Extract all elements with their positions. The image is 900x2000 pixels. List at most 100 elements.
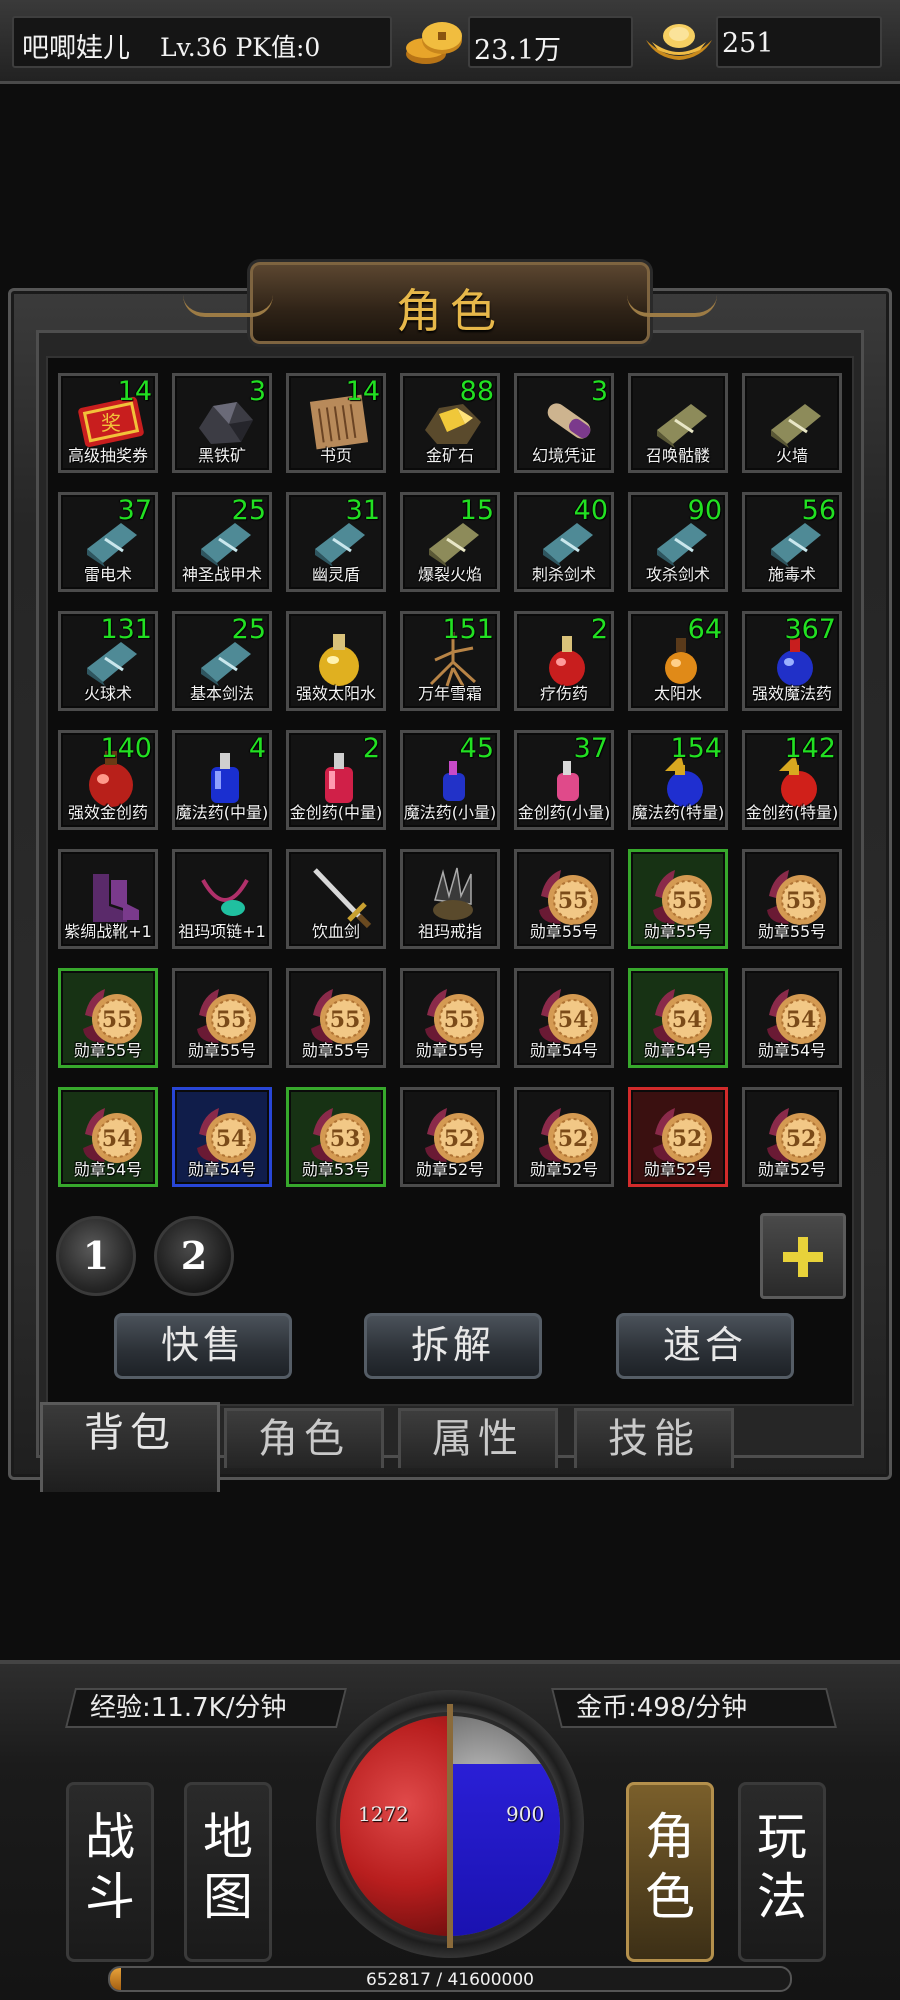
page-1-button[interactable]: 1	[56, 1216, 136, 1296]
inventory-slot[interactable]: 52 勋章52号	[742, 1087, 842, 1187]
inventory-slot[interactable]: 52 勋章52号	[628, 1087, 728, 1187]
item-name: 书页	[319, 446, 352, 465]
tab-bag[interactable]: 背包	[40, 1402, 220, 1492]
svg-text:54: 54	[672, 1007, 703, 1033]
page-2-button[interactable]: 2	[154, 1216, 234, 1296]
inventory-slot[interactable]: 火墙	[742, 373, 842, 473]
inventory-slot[interactable]: 55 勋章55号	[58, 968, 158, 1068]
inventory-slot[interactable]: 54 勋章54号	[628, 968, 728, 1068]
inventory-slot[interactable]: 祖玛项链+1	[172, 849, 272, 949]
inventory-slot[interactable]: 56 施毒术	[742, 492, 842, 592]
item-name: 勋章55号	[415, 1041, 485, 1060]
inventory-slot[interactable]: 31 幽灵盾	[286, 492, 386, 592]
inventory-slot[interactable]: 55 勋章55号	[286, 968, 386, 1068]
inventory-slot[interactable]: 37 雷电术	[58, 492, 158, 592]
tab-skills[interactable]: 技能	[574, 1408, 734, 1468]
inventory-slot[interactable]: 紫绸战靴+1	[58, 849, 158, 949]
inventory-slot[interactable]: 64 太阳水	[628, 611, 728, 711]
nav-map-button[interactable]: 地图	[184, 1782, 272, 1962]
item-name: 强效魔法药	[751, 684, 832, 703]
inventory-slot[interactable]: 4 魔法药(中量)	[172, 730, 272, 830]
svg-text:52: 52	[672, 1126, 703, 1152]
item-name: 勋章52号	[415, 1160, 485, 1179]
inventory-slot[interactable]: 召唤骷髅	[628, 373, 728, 473]
item-name: 勋章55号	[757, 922, 827, 941]
inventory-slot[interactable]: 154 魔法药(特量)	[628, 730, 728, 830]
inventory-slot[interactable]: 3 黑铁矿	[172, 373, 272, 473]
inventory-slot[interactable]: 55 勋章55号	[172, 968, 272, 1068]
nav-battle-label: 战斗	[85, 1808, 135, 1926]
inventory-slot[interactable]: 131 火球术	[58, 611, 158, 711]
inventory-slot[interactable]: 2 疗伤药	[514, 611, 614, 711]
inventory-slot[interactable]: 祖玛戒指	[400, 849, 500, 949]
item-count: 2	[362, 733, 380, 764]
inventory-slot[interactable]: 151 万年雪霜	[400, 611, 500, 711]
gold-ingot-icon	[646, 24, 712, 60]
item-name: 饮血剑	[311, 922, 360, 941]
inventory-slot[interactable]: 3 幻境凭证	[514, 373, 614, 473]
quick-sell-button[interactable]: 快售	[114, 1313, 292, 1379]
inventory-slot[interactable]: 53 勋章53号	[286, 1087, 386, 1187]
inventory-slot[interactable]: 55 勋章55号	[742, 849, 842, 949]
nav-gameplay-button[interactable]: 玩法	[738, 1782, 826, 1962]
svg-text:55: 55	[444, 1007, 475, 1033]
inventory-slot[interactable]: 52 勋章52号	[400, 1087, 500, 1187]
item-name: 爆裂火焰	[417, 565, 482, 584]
svg-text:52: 52	[786, 1126, 817, 1152]
item-count: 25	[231, 495, 266, 526]
item-count: 14	[345, 376, 380, 407]
inventory-slot[interactable]: 55 勋章55号	[400, 968, 500, 1068]
inventory-slot[interactable]: 饮血剑	[286, 849, 386, 949]
player-info-box: 吧唧娃儿 Lv.36 PK值:0	[12, 16, 392, 68]
item-name: 强效金创药	[67, 803, 148, 822]
inventory-slot[interactable]: 15 爆裂火焰	[400, 492, 500, 592]
inventory-slot[interactable]: 25 神圣战甲术	[172, 492, 272, 592]
exp-rate: 经验:11.7K/分钟	[90, 1693, 287, 1723]
inventory-slot[interactable]: 88 金矿石	[400, 373, 500, 473]
inventory-slot[interactable]: 140 强效金创药	[58, 730, 158, 830]
item-count: 140	[100, 733, 152, 764]
svg-text:55: 55	[672, 888, 703, 914]
item-name: 金创药(小量)	[517, 803, 611, 822]
inventory-slot[interactable]: 54 勋章54号	[742, 968, 842, 1068]
inventory-slot[interactable]: 54 勋章54号	[172, 1087, 272, 1187]
svg-text:54: 54	[786, 1007, 817, 1033]
item-name: 强效太阳水	[295, 684, 376, 703]
expand-bag-button[interactable]	[760, 1213, 846, 1299]
panel-title-plate: 角色	[183, 262, 717, 344]
fuse-button[interactable]: 速合	[616, 1313, 794, 1379]
inventory-slot[interactable]: 367 强效魔法药	[742, 611, 842, 711]
inventory-slot[interactable]: 强效太阳水	[286, 611, 386, 711]
item-name: 祖玛项链+1	[178, 922, 266, 941]
inventory-slot[interactable]: 54 勋章54号	[58, 1087, 158, 1187]
item-name: 太阳水	[653, 684, 702, 703]
inventory-slot[interactable]: 40 刺杀剑术	[514, 492, 614, 592]
gold-rate: 金币:498/分钟	[576, 1693, 748, 1723]
item-name: 勋章55号	[187, 1041, 257, 1060]
inventory-slot[interactable]: 奖 14 高级抽奖券	[58, 373, 158, 473]
inventory-slot[interactable]: 25 基本剑法	[172, 611, 272, 711]
inventory-slot[interactable]: 55 勋章55号	[514, 849, 614, 949]
inventory-slot[interactable]: 54 勋章54号	[514, 968, 614, 1068]
inventory-slot[interactable]: 142 金创药(特量)	[742, 730, 842, 830]
player-name: 吧唧娃儿	[22, 33, 130, 64]
item-name: 幽灵盾	[311, 565, 360, 584]
dismantle-button[interactable]: 拆解	[364, 1313, 542, 1379]
inventory-slot[interactable]: 55 勋章55号	[628, 849, 728, 949]
inventory-slot[interactable]: 90 攻杀剑术	[628, 492, 728, 592]
inventory-slot[interactable]: 14 书页	[286, 373, 386, 473]
nav-character-button[interactable]: 角色	[626, 1782, 714, 1962]
inventory-slot[interactable]: 45 魔法药(小量)	[400, 730, 500, 830]
item-count: 56	[801, 495, 836, 526]
ingot-amount: 251	[722, 28, 774, 59]
inventory-slot[interactable]: 37 金创药(小量)	[514, 730, 614, 830]
tab-character[interactable]: 角色	[224, 1408, 384, 1468]
player-level: Lv.36 PK值:0	[160, 33, 321, 62]
inventory-slot[interactable]: 52 勋章52号	[514, 1087, 614, 1187]
nav-battle-button[interactable]: 战斗	[66, 1782, 154, 1962]
tab-attributes[interactable]: 属性	[398, 1408, 558, 1468]
item-name: 幻境凭证	[531, 446, 596, 465]
item-name: 金创药(特量)	[745, 803, 839, 822]
nav-character-label: 角色	[645, 1808, 695, 1926]
inventory-slot[interactable]: 2 金创药(中量)	[286, 730, 386, 830]
